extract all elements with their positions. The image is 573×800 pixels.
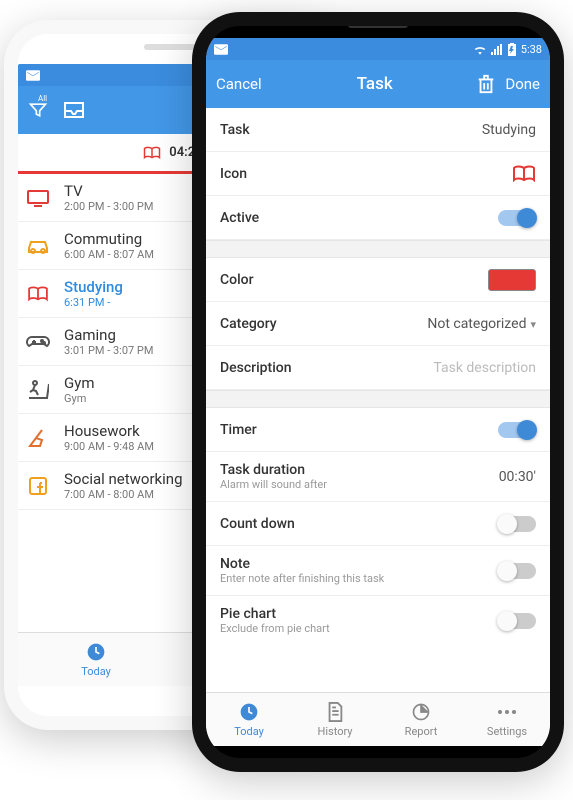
row-label: Pie chart Exclude from pie chart xyxy=(220,606,330,635)
row-category[interactable]: Category Not categorized xyxy=(206,302,550,346)
description-placeholder: Task description xyxy=(433,360,536,376)
tab-label: Today xyxy=(81,665,111,678)
appbar-title: Task xyxy=(284,74,465,94)
tab-today[interactable]: Today xyxy=(206,693,292,746)
document-icon xyxy=(324,701,346,723)
filter-button[interactable]: All xyxy=(28,100,48,120)
tab-today[interactable]: Today xyxy=(18,633,174,686)
task-title: Commuting xyxy=(64,230,154,248)
row-label: Task xyxy=(220,122,250,138)
section-divider xyxy=(206,390,550,408)
task-time-range: 6:31 PM - xyxy=(64,296,123,309)
row-active[interactable]: Active xyxy=(206,196,550,240)
phone-frame-black: 5:38 Cancel Task Done Task Studying Icon xyxy=(192,12,564,772)
tab-report[interactable]: Report xyxy=(378,693,464,746)
right-tab-bar: Today History Report Settings xyxy=(206,692,550,746)
row-sublabel: Exclude from pie chart xyxy=(220,622,330,635)
signal-icon xyxy=(491,44,503,55)
cancel-button[interactable]: Cancel xyxy=(216,75,272,93)
row-label: Description xyxy=(220,360,292,376)
task-time-range: 6:00 AM - 8:07 AM xyxy=(64,248,154,261)
wifi-icon xyxy=(473,44,487,55)
mail-icon xyxy=(214,44,228,55)
book-icon xyxy=(24,282,52,306)
row-label: Color xyxy=(220,272,254,288)
book-icon xyxy=(143,146,161,160)
task-time-range: 2:00 PM - 3:00 PM xyxy=(64,200,153,213)
clock-icon xyxy=(85,641,107,663)
task-title: TV xyxy=(64,182,153,200)
toggle-active[interactable] xyxy=(498,210,536,226)
row-label: Category xyxy=(220,316,277,332)
row-label: Timer xyxy=(220,422,257,438)
treadmill-icon xyxy=(24,378,52,402)
row-sublabel: Enter note after finishing this task xyxy=(220,572,384,585)
status-time: 5:38 xyxy=(521,43,542,56)
task-duration-value: 00:30' xyxy=(499,469,536,485)
task-title: Gaming xyxy=(64,326,153,344)
row-label: Task duration Alarm will sound after xyxy=(220,462,327,491)
tab-settings[interactable]: Settings xyxy=(464,693,550,746)
row-description[interactable]: Description Task description xyxy=(206,346,550,390)
row-icon[interactable]: Icon xyxy=(206,152,550,196)
phone-speaker xyxy=(348,22,408,28)
task-time-range: 9:00 AM - 9:48 AM xyxy=(64,440,154,453)
row-label: Note Enter note after finishing this tas… xyxy=(220,556,384,585)
more-icon xyxy=(496,701,518,723)
category-value[interactable]: Not categorized xyxy=(427,316,536,332)
section-divider xyxy=(206,240,550,258)
broom-icon xyxy=(24,426,52,450)
car-icon xyxy=(24,234,52,258)
done-button[interactable]: Done xyxy=(505,75,540,93)
task-form: Task Studying Icon Active Color Category xyxy=(206,108,550,692)
task-time-range: 3:01 PM - 3:07 PM xyxy=(64,344,153,357)
tab-label: History xyxy=(318,725,353,738)
tab-label: Today xyxy=(234,725,264,738)
row-task-duration[interactable]: Task duration Alarm will sound after 00:… xyxy=(206,452,550,502)
row-note[interactable]: Note Enter note after finishing this tas… xyxy=(206,546,550,596)
cancel-label: Cancel xyxy=(216,75,262,93)
task-title: Housework xyxy=(64,422,154,440)
row-label: Active xyxy=(220,210,259,226)
row-color[interactable]: Color xyxy=(206,258,550,302)
tab-label: Settings xyxy=(487,725,527,738)
task-title: Gym xyxy=(64,374,94,392)
row-label: Count down xyxy=(220,516,295,532)
row-sublabel: Alarm will sound after xyxy=(220,478,327,491)
color-swatch[interactable] xyxy=(488,269,536,291)
status-bar: 5:38 xyxy=(206,38,550,60)
right-screen: 5:38 Cancel Task Done Task Studying Icon xyxy=(206,38,550,746)
task-title: Studying xyxy=(64,278,123,296)
task-appbar: Cancel Task Done xyxy=(206,60,550,108)
mail-icon xyxy=(26,70,40,81)
tab-label: Report xyxy=(405,725,438,738)
task-time-range: Gym xyxy=(64,392,94,405)
row-pie-chart[interactable]: Pie chart Exclude from pie chart xyxy=(206,596,550,645)
row-count-down[interactable]: Count down xyxy=(206,502,550,546)
inbox-icon[interactable] xyxy=(62,100,86,120)
toggle-pie-chart[interactable] xyxy=(498,613,536,629)
task-time-range: 7:00 AM - 8:00 AM xyxy=(64,488,183,501)
book-icon xyxy=(512,165,536,183)
task-title: Social networking xyxy=(64,470,183,488)
task-name-value: Studying xyxy=(482,122,536,138)
tv-icon xyxy=(24,186,52,210)
delete-button[interactable] xyxy=(477,74,495,94)
toggle-countdown[interactable] xyxy=(498,516,536,532)
pie-chart-icon xyxy=(410,701,432,723)
tab-history[interactable]: History xyxy=(292,693,378,746)
toggle-note[interactable] xyxy=(498,563,536,579)
row-label: Icon xyxy=(220,166,247,182)
filter-badge: All xyxy=(38,94,47,103)
toggle-timer[interactable] xyxy=(498,422,536,438)
clock-icon xyxy=(238,701,260,723)
gamepad-icon xyxy=(24,330,52,354)
facebook-icon xyxy=(24,474,52,498)
battery-icon xyxy=(507,43,517,56)
row-timer[interactable]: Timer xyxy=(206,408,550,452)
row-task[interactable]: Task Studying xyxy=(206,108,550,152)
